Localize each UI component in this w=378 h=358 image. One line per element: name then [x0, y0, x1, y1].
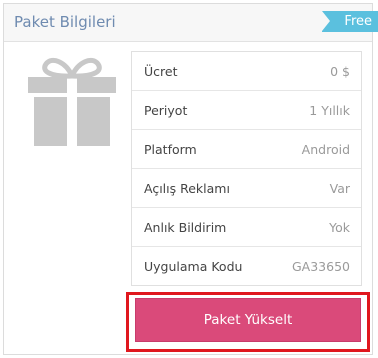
ribbon-notch [322, 11, 330, 31]
plan-badge: Free [322, 11, 378, 32]
detail-value: Android [301, 142, 350, 157]
detail-label: Uygulama Kodu [144, 259, 243, 274]
detail-value: 0 $ [330, 64, 350, 79]
detail-value: 1 Yıllık [309, 103, 350, 118]
detail-row-splash-ad: Açılış Reklamı Var [132, 168, 361, 207]
plan-badge-label: Free [344, 14, 372, 29]
detail-value: Var [329, 181, 350, 196]
detail-row-platform: Platform Android [132, 129, 361, 168]
detail-value: GA33650 [291, 259, 350, 274]
card-title: Paket Bilgileri [14, 13, 116, 31]
detail-value: Yok [329, 220, 350, 235]
gift-icon [28, 58, 116, 146]
detail-row-app-code: Uygulama Kodu GA33650 [132, 246, 361, 285]
detail-label: Platform [144, 142, 197, 157]
detail-label: Periyot [144, 103, 188, 118]
package-details-table: Ücret 0 $ Periyot 1 Yıllık Platform Andr… [131, 51, 362, 286]
detail-row-push-notification: Anlık Bildirim Yok [132, 207, 361, 246]
upgrade-package-button[interactable]: Paket Yükselt [135, 298, 361, 342]
card-header: Paket Bilgileri [4, 4, 372, 42]
detail-label: Anlık Bildirim [144, 220, 227, 235]
detail-label: Açılış Reklamı [144, 181, 230, 196]
detail-row-period: Periyot 1 Yıllık [132, 90, 361, 129]
detail-label: Ücret [144, 64, 178, 79]
detail-row-price: Ücret 0 $ [132, 52, 361, 90]
